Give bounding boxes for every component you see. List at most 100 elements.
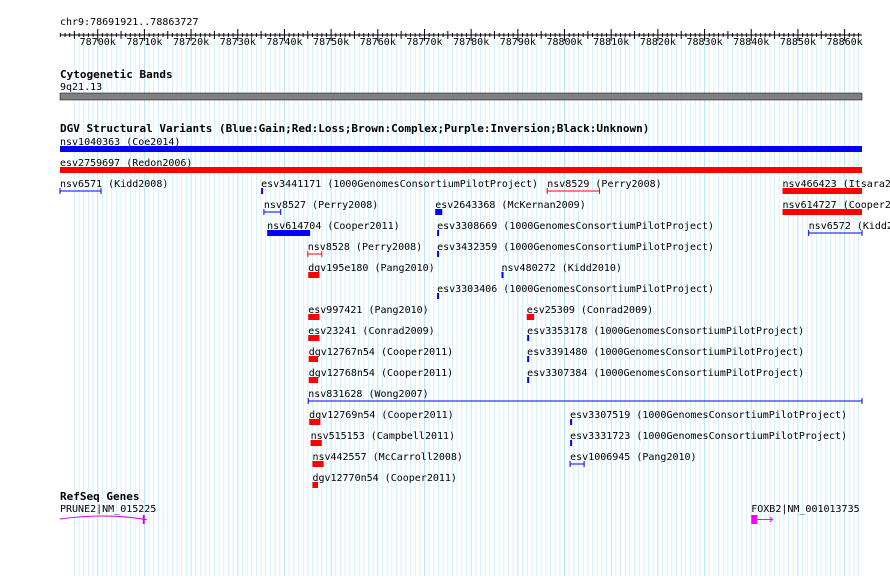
variant-bar — [437, 251, 440, 257]
browser-svg: chr9:78691921..78863727 78700k 78710k 7872… — [59, 17, 890, 576]
variant-nsv466423[interactable]: nsv466423 (Itsara2009) — [782, 179, 890, 194]
ruler-label: 78730k — [220, 37, 256, 48]
ruler-label: 78860k — [827, 37, 863, 48]
variant-label: nsv6571 (Kidd2008) — [60, 179, 168, 190]
variant-bar — [527, 377, 530, 383]
variant-label: esv3432359 (1000GenomesConsortiumPilotPr… — [437, 242, 714, 253]
variant-bar — [60, 146, 862, 152]
variant-label: nsv515153 (Campbell2011) — [311, 431, 456, 442]
variant-label: esv3353178 (1000GenomesConsortiumPilotPr… — [527, 326, 804, 337]
ruler-label: 78790k — [500, 37, 536, 48]
gene-label: PRUNE2|NM_015225 — [60, 504, 156, 515]
variant-nsv8528[interactable]: nsv8528 (Perry2008) — [307, 242, 422, 257]
variant-label: esv3308669 (1000GenomesConsortiumPilotPr… — [437, 221, 714, 232]
variant-label: esv3307384 (1000GenomesConsortiumPilotPr… — [527, 368, 804, 379]
variant-esv3308669[interactable]: esv3308669 (1000GenomesConsortiumPilotPr… — [437, 221, 714, 236]
variant-label: dgv12769n54 (Cooper2011) — [309, 410, 454, 421]
gene-exon — [751, 515, 758, 524]
variant-bar — [60, 167, 862, 173]
variant-bar — [527, 356, 530, 362]
gene[interactable]: FOXB2|NM_001013735 — [751, 504, 860, 524]
ruler-label: 78830k — [686, 37, 722, 48]
cytoband-label: 9q21.13 — [60, 82, 102, 93]
variant-bar — [437, 293, 440, 299]
ruler-label: 78850k — [780, 37, 816, 48]
variant-bar — [261, 188, 264, 194]
cytoband-bar[interactable] — [59, 92, 863, 101]
variant-bar — [308, 314, 320, 320]
ruler-label: 78780k — [453, 37, 489, 48]
ruler-label: 78700k — [80, 37, 116, 48]
variant-bar — [527, 335, 530, 341]
ruler-label: 78840k — [733, 37, 769, 48]
variant-bar — [310, 440, 322, 446]
variant-nsv614727[interactable]: nsv614727 (Cooper2011) — [782, 200, 890, 215]
gridlines — [73, 40, 860, 576]
ruler-label: 78740k — [266, 37, 302, 48]
variant-label: dgv195e180 (Pang2010) — [308, 263, 434, 274]
variant-dgv12768n54[interactable]: dgv12768n54 (Cooper2011) — [308, 368, 454, 383]
variant-dgv195e180[interactable]: dgv195e180 (Pang2010) — [308, 263, 435, 278]
ruler-label: 78720k — [173, 37, 209, 48]
variant-label: nsv831628 (Wong2007) — [308, 389, 428, 400]
variant-bar — [782, 188, 862, 194]
ruler-label: 78760k — [360, 37, 396, 48]
variant-bar — [308, 356, 319, 362]
variant-label: esv2643368 (McKernan2009) — [435, 200, 586, 211]
variant-bar — [526, 314, 535, 320]
ruler-label: 78810k — [593, 37, 629, 48]
variant-label: esv997421 (Pang2010) — [308, 305, 428, 316]
variant-label: esv3307519 (1000GenomesConsortiumPilotPr… — [570, 410, 847, 421]
variant-label: esv3441171 (1000GenomesConsortiumPilotPr… — [261, 179, 538, 190]
variant-dgv12770n54[interactable]: dgv12770n54 (Cooper2011) — [312, 473, 457, 488]
variant-bar — [309, 419, 321, 425]
refseq-track: PRUNE2|NM_015225 FOXB2|NM_001013735 — [59, 504, 860, 524]
variant-label: nsv8529 (Perry2008) — [547, 179, 661, 190]
variant-bar — [308, 377, 319, 383]
variant-label: nsv8528 (Perry2008) — [308, 242, 422, 253]
refseq-track-title[interactable]: RefSeq Genes — [60, 490, 139, 503]
variant-label: esv1006945 (Pang2010) — [570, 452, 696, 463]
variant-bar — [308, 335, 320, 341]
dgv-track-title[interactable]: DGV Structural Variants (Blue:Gain;Red:L… — [60, 122, 649, 135]
variant-nsv8527[interactable]: nsv8527 (Perry2008) — [263, 200, 378, 215]
variant-bar — [312, 482, 319, 488]
cytoband-track-title[interactable]: Cytogenetic Bands — [60, 68, 173, 81]
variant-bar — [570, 419, 573, 425]
variant-bar — [501, 272, 504, 278]
variant-esv1006945[interactable]: esv1006945 (Pang2010) — [569, 452, 697, 467]
variant-label: esv25309 (Conrad2009) — [527, 305, 653, 316]
variant-nsv480272[interactable]: nsv480272 (Kidd2010) — [501, 263, 622, 278]
variant-label: nsv6572 (Kidd2008) — [809, 221, 890, 232]
variant-bar — [437, 230, 440, 236]
variant-bar — [267, 230, 311, 236]
variant-label: esv3303406 (1000GenomesConsortiumPilotPr… — [437, 284, 714, 295]
variant-label: dgv12768n54 (Cooper2011) — [309, 368, 454, 379]
variant-nsv6571[interactable]: nsv6571 (Kidd2008) — [59, 179, 168, 194]
ruler: 78700k 78710k 78720k 78730k 78740k 78750k 7876… — [59, 29, 863, 48]
variant-label: dgv12770n54 (Cooper2011) — [312, 473, 457, 484]
variant-label: nsv480272 (Kidd2010) — [502, 263, 622, 274]
variant-nsv614704[interactable]: nsv614704 (Cooper2011) — [267, 221, 400, 236]
ruler-label: 78750k — [313, 37, 349, 48]
gene-label: FOXB2|NM_001013735 — [751, 504, 859, 515]
variant-label: esv3331723 (1000GenomesConsortiumPilotPr… — [570, 431, 847, 442]
variant-bar — [570, 440, 573, 446]
ruler-label: 78820k — [640, 37, 676, 48]
variant-bar — [308, 272, 320, 278]
variant-label: esv3391480 (1000GenomesConsortiumPilotPr… — [527, 347, 804, 358]
variant-esv3303406[interactable]: esv3303406 (1000GenomesConsortiumPilotPr… — [437, 284, 714, 299]
variant-label: dgv12767n54 (Cooper2011) — [309, 347, 454, 358]
variant-dgv12767n54[interactable]: dgv12767n54 (Cooper2011) — [308, 347, 454, 362]
ruler-label: 78710k — [126, 37, 162, 48]
variant-esv23241[interactable]: esv23241 (Conrad2009) — [308, 326, 435, 341]
variant-esv3432359[interactable]: esv3432359 (1000GenomesConsortiumPilotPr… — [437, 242, 714, 257]
variant-label: esv23241 (Conrad2009) — [308, 326, 434, 337]
ruler-label: 78770k — [406, 37, 442, 48]
region-label: chr9:78691921..78863727 — [60, 17, 198, 28]
variant-esv2643368[interactable]: esv2643368 (McKernan2009) — [435, 200, 586, 215]
variant-bar — [435, 209, 443, 215]
variant-nsv442557[interactable]: nsv442557 (McCarroll2008) — [312, 452, 463, 467]
variant-label: nsv442557 (McCarroll2008) — [312, 452, 463, 463]
ruler-label: 78800k — [546, 37, 582, 48]
